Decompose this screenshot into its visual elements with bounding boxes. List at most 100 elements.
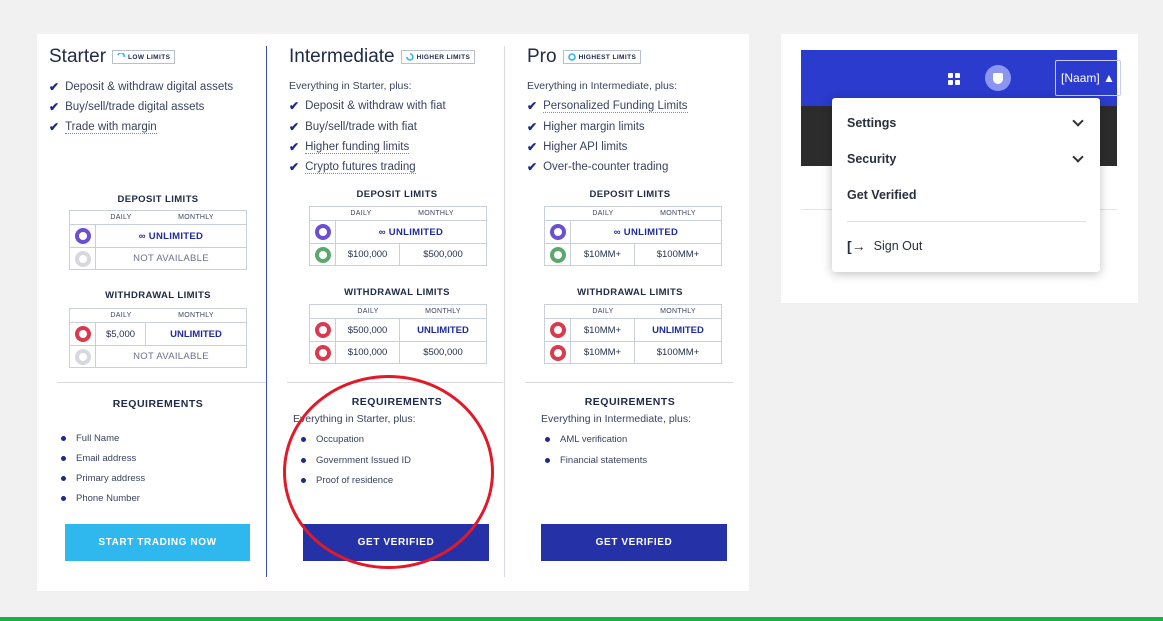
feature-label[interactable]: Trade with margin — [65, 121, 157, 134]
plan-starter: Starter LOW LIMITS ✔ Deposit & withdraw d… — [49, 34, 267, 591]
plan-title: Intermediate HIGHER LIMITS — [289, 46, 476, 68]
higher-limits-icon — [405, 53, 414, 61]
fiat-deposit-icon — [549, 246, 566, 263]
crypto-withdraw-row: $10MM+ UNLIMITED — [545, 319, 721, 341]
requirement-item: AML verification — [545, 434, 627, 445]
section-divider — [287, 382, 503, 383]
feature-item: ✔ Over-the-counter trading — [527, 160, 668, 174]
daily-header: DAILY — [110, 312, 132, 319]
feature-label[interactable]: Personalized Funding Limits — [543, 100, 688, 113]
feature-item: ✔ Deposit & withdraw digital assets — [49, 80, 233, 94]
feature-label[interactable]: Crypto futures trading — [305, 161, 416, 174]
limit-value: ∞ UNLIMITED — [138, 230, 204, 242]
check-icon: ✔ — [527, 160, 538, 174]
chevron-down-icon — [1072, 151, 1084, 163]
limit-daily-value: $10MM+ — [571, 319, 635, 341]
daily-header: DAILY — [357, 308, 379, 315]
requirement-item: Government Issued ID — [301, 455, 411, 466]
check-icon: ✔ — [49, 100, 60, 114]
crypto-deposit-icon — [314, 224, 331, 240]
withdrawal-limits-table: DAILY MONTHLY $500,000 UNLIMITED $100,000 $… — [309, 304, 487, 364]
daily-header: DAILY — [110, 214, 132, 221]
limit-monthly-value: $500,000 — [423, 347, 463, 358]
shield-icon[interactable] — [985, 65, 1011, 91]
deposit-limits-title: DEPOSIT LIMITS — [356, 189, 438, 200]
feature-item: ✔ Buy/sell/trade digital assets — [49, 100, 204, 114]
limit-monthly-value: $100MM+ — [656, 347, 700, 358]
deposit-limits-table: DAILY MONTHLY ∞ UNLIMITED NOT AVAILABLE — [69, 210, 247, 270]
get-verified-button[interactable]: GET VERIFIED — [303, 524, 489, 561]
account-menu-button[interactable]: [Naam] ▲ — [1055, 60, 1121, 96]
menu-item-label: Security — [847, 152, 897, 166]
requirements-title: REQUIREMENTS — [112, 398, 204, 410]
table-header: DAILY MONTHLY — [310, 305, 486, 319]
requirement-item: Full Name — [61, 433, 119, 444]
requirements-title: REQUIREMENTS — [351, 396, 443, 408]
fiat-deposit-icon — [314, 246, 331, 263]
requirement-item: Proof of residence — [301, 475, 393, 486]
plan-title: Starter LOW LIMITS — [49, 46, 176, 68]
feature-label[interactable]: Higher funding limits — [305, 141, 410, 154]
withdrawal-limits-table: DAILY MONTHLY $10MM+ UNLIMITED $10MM+ $100M… — [544, 304, 722, 364]
monthly-header: MONTHLY — [418, 210, 454, 217]
highest-limits-icon — [567, 53, 576, 61]
fiat-withdraw-row: NOT AVAILABLE — [70, 345, 246, 367]
limit-value: NOT AVAILABLE — [133, 253, 209, 264]
fiat-deposit-row: $10MM+ $100MM+ — [545, 243, 721, 265]
fiat-deposit-icon — [74, 250, 91, 267]
limit-monthly-value: UNLIMITED — [652, 324, 704, 336]
column-divider — [266, 46, 267, 577]
check-icon: ✔ — [49, 120, 60, 134]
crypto-withdraw-row: $500,000 UNLIMITED — [310, 319, 486, 341]
feature-label: Buy/sell/trade digital assets — [65, 101, 205, 113]
start-trading-button[interactable]: START TRADING NOW — [65, 524, 250, 561]
limit-monthly-value: UNLIMITED — [417, 324, 469, 336]
crypto-deposit-icon — [549, 224, 566, 240]
menu-item-label: Settings — [847, 116, 897, 130]
crypto-deposit-row: ∞ UNLIMITED — [70, 225, 246, 247]
sign-out-icon: [→ — [847, 238, 866, 254]
withdrawal-limits-title: WITHDRAWAL LIMITS — [105, 290, 211, 301]
daily-header: DAILY — [592, 210, 614, 217]
table-header: DAILY MONTHLY — [545, 305, 721, 319]
check-icon: ✔ — [527, 140, 538, 154]
limit-daily-value: $100,000 — [336, 244, 400, 265]
menu-item-sign-out[interactable]: [→ Sign Out — [847, 238, 922, 254]
requirement-item: Phone Number — [61, 493, 140, 504]
menu-item-security[interactable]: Security — [847, 151, 1086, 166]
requirements-includes-text: Everything in Starter, plus: — [293, 413, 416, 425]
check-icon: ✔ — [289, 99, 300, 113]
table-header: DAILY MONTHLY — [70, 211, 246, 225]
feature-item: ✔ Deposit & withdraw with fiat — [289, 99, 446, 113]
menu-item-label: Get Verified — [847, 188, 917, 202]
menu-item-get-verified[interactable]: Get Verified — [847, 188, 1086, 202]
check-icon: ✔ — [527, 120, 538, 134]
deposit-limits-table: DAILY MONTHLY ∞ UNLIMITED $10MM+ $100MM+ — [544, 206, 722, 266]
check-icon: ✔ — [289, 160, 300, 174]
plans-comparison-panel: Starter LOW LIMITS ✔ Deposit & withdraw d… — [37, 34, 749, 591]
badge-label: HIGHEST LIMITS — [578, 53, 637, 61]
feature-label: Higher API limits — [543, 141, 628, 153]
crypto-deposit-row: ∞ UNLIMITED — [545, 221, 721, 243]
plan-includes-text: Everything in Starter, plus: — [289, 80, 412, 92]
requirements-includes-text: Everything in Intermediate, plus: — [541, 413, 691, 425]
menu-item-settings[interactable]: Settings — [847, 115, 1086, 130]
requirement-item: Email address — [61, 453, 136, 464]
limit-daily-value: $500,000 — [336, 319, 400, 341]
limit-monthly-value: $100MM+ — [656, 249, 700, 260]
deposit-limits-title: DEPOSIT LIMITS — [589, 189, 671, 200]
limit-daily-value: $10MM+ — [571, 342, 635, 363]
fiat-withdraw-icon — [74, 348, 91, 365]
badge-label: LOW LIMITS — [128, 53, 171, 61]
feature-label: Higher margin limits — [543, 121, 645, 133]
deposit-limits-table: DAILY MONTHLY ∞ UNLIMITED $100,000 $500,00… — [309, 206, 487, 266]
daily-header: DAILY — [592, 308, 614, 315]
feature-label: Over-the-counter trading — [543, 161, 669, 173]
monthly-header: MONTHLY — [425, 308, 461, 315]
get-verified-button[interactable]: GET VERIFIED — [541, 524, 727, 561]
plan-intermediate: Intermediate HIGHER LIMITS Everything in… — [289, 34, 505, 591]
monthly-header: MONTHLY — [660, 308, 696, 315]
grid-icon[interactable] — [948, 73, 960, 85]
limit-value: ∞ UNLIMITED — [378, 226, 444, 238]
chevron-down-icon — [1072, 115, 1084, 127]
